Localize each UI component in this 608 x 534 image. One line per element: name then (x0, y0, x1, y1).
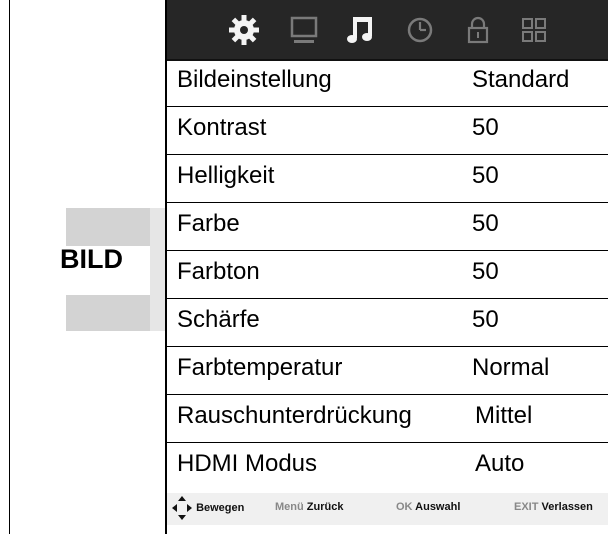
bottom-strip (167, 525, 608, 534)
row-label: Farbtemperatur (177, 354, 343, 381)
move-hint: Bewegen (171, 495, 244, 521)
clock-icon[interactable] (403, 13, 437, 52)
row-label: Bildeinstellung (177, 66, 332, 93)
exit-label: Verlassen (541, 501, 593, 513)
grid-icon[interactable] (517, 13, 551, 52)
select-hint: OK Auswahl (396, 501, 460, 513)
back-hint: Menü Zurück (275, 501, 343, 513)
row-value: 50 (472, 162, 499, 189)
row-bildeinstellung[interactable]: Bildeinstellung Standard (167, 59, 608, 107)
row-label: Farbe (177, 210, 240, 237)
monitor-icon[interactable] (287, 13, 321, 52)
row-rauschunterdrueckung[interactable]: Rauschunterdrückung Mittel (167, 395, 608, 443)
row-farbe[interactable]: Farbe 50 (167, 203, 608, 251)
exit-hint: EXIT Verlassen (514, 501, 593, 513)
select-label: Auswahl (415, 501, 461, 513)
exit-key: EXIT (514, 501, 539, 513)
row-label: Rauschunterdrückung (177, 402, 412, 429)
gear-icon[interactable] (227, 13, 261, 52)
row-label: Schärfe (177, 306, 260, 333)
row-value: Mittel (475, 402, 533, 429)
lock-icon[interactable] (461, 13, 495, 52)
music-note-icon[interactable] (345, 13, 379, 52)
row-label: Helligkeit (177, 162, 275, 189)
row-value: Normal (472, 354, 550, 381)
settings-list: Bildeinstellung Standard Kontrast 50 Hel… (167, 59, 608, 491)
menu-category-bar (167, 0, 608, 61)
row-helligkeit[interactable]: Helligkeit 50 (167, 155, 608, 203)
row-farbtemperatur[interactable]: Farbtemperatur Normal (167, 347, 608, 395)
row-value: 50 (472, 114, 499, 141)
row-schaerfe[interactable]: Schärfe 50 (167, 299, 608, 347)
row-hdmi-modus[interactable]: HDMI Modus Auto (167, 443, 608, 491)
row-value: 50 (472, 210, 499, 237)
row-kontrast[interactable]: Kontrast 50 (167, 107, 608, 155)
bg-shape-bracket (150, 208, 166, 331)
back-label: Zurück (306, 501, 344, 513)
row-farbton[interactable]: Farbton 50 (167, 251, 608, 299)
row-value: 50 (472, 306, 499, 333)
row-label: Farbton (177, 258, 260, 285)
side-panel: BILD (9, 0, 166, 534)
menu-key: Menü (275, 501, 304, 513)
footer-hints: Bewegen Menü Zurück OK Auswahl EXIT Verl… (167, 493, 608, 525)
move-label: Bewegen (196, 501, 245, 514)
ok-key: OK (396, 501, 413, 513)
row-label: Kontrast (177, 114, 267, 141)
settings-menu: Bildeinstellung Standard Kontrast 50 Hel… (165, 0, 608, 534)
row-label: HDMI Modus (177, 450, 318, 477)
row-value: Auto (475, 450, 525, 477)
section-title: BILD (60, 244, 123, 274)
row-value: 50 (472, 258, 499, 285)
arrows-icon (172, 496, 192, 520)
row-value: Standard (472, 66, 570, 93)
